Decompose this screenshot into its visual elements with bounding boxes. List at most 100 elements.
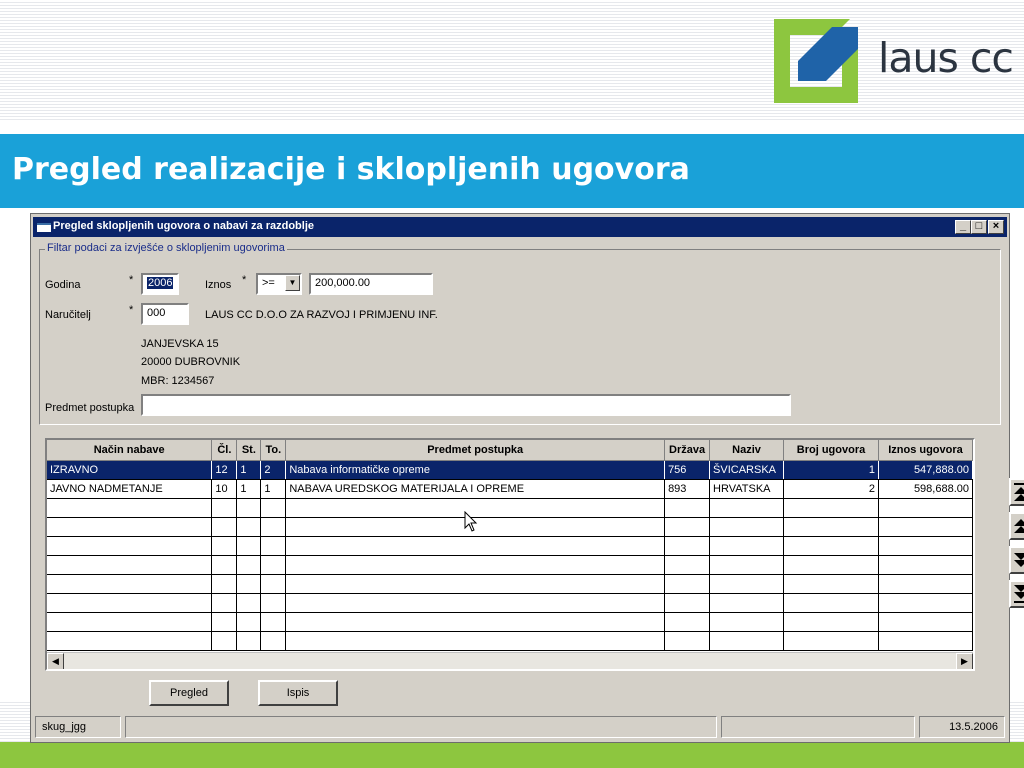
pregled-button[interactable]: Pregled bbox=[149, 680, 229, 706]
column-header[interactable]: Predmet postupka bbox=[285, 440, 666, 461]
table-cell[interactable] bbox=[783, 517, 879, 537]
table-cell[interactable] bbox=[783, 536, 879, 556]
table-cell[interactable] bbox=[260, 631, 287, 651]
table-cell[interactable] bbox=[260, 517, 287, 537]
close-button[interactable]: × bbox=[988, 220, 1004, 234]
table-cell[interactable] bbox=[709, 631, 785, 651]
table-cell[interactable] bbox=[664, 498, 711, 518]
table-cell[interactable] bbox=[47, 631, 213, 651]
table-cell[interactable]: HRVATSKA bbox=[709, 479, 785, 499]
window-titlebar[interactable]: Pregled sklopljenih ugovora o nabavi za … bbox=[33, 217, 1007, 237]
table-cell[interactable] bbox=[236, 555, 262, 575]
iznos-input[interactable]: 200,000.00 bbox=[309, 273, 433, 295]
empty-row[interactable] bbox=[47, 517, 973, 537]
table-cell[interactable]: 1 bbox=[236, 460, 262, 480]
table-cell[interactable]: 2 bbox=[783, 479, 879, 499]
empty-row[interactable] bbox=[47, 593, 973, 613]
table-cell[interactable] bbox=[47, 593, 213, 613]
table-cell[interactable] bbox=[709, 574, 785, 594]
godina-input[interactable]: 2006 bbox=[141, 273, 179, 295]
table-cell[interactable] bbox=[285, 536, 666, 556]
table-cell[interactable] bbox=[211, 498, 238, 518]
table-cell[interactable] bbox=[260, 498, 287, 518]
narucitelj-code-input[interactable]: 000 bbox=[141, 303, 189, 325]
table-cell[interactable] bbox=[47, 555, 213, 575]
table-cell[interactable] bbox=[285, 612, 666, 632]
table-cell[interactable] bbox=[709, 555, 785, 575]
table-cell[interactable] bbox=[878, 555, 973, 575]
table-cell[interactable] bbox=[211, 555, 238, 575]
table-cell[interactable] bbox=[664, 517, 711, 537]
empty-row[interactable] bbox=[47, 536, 973, 556]
table-cell[interactable] bbox=[878, 536, 973, 556]
table-cell[interactable]: 547,888.00 bbox=[878, 460, 973, 480]
table-cell[interactable] bbox=[878, 574, 973, 594]
table-cell[interactable]: 1 bbox=[783, 460, 879, 480]
table-cell[interactable] bbox=[236, 517, 262, 537]
last-record-button[interactable] bbox=[1009, 580, 1024, 608]
minimize-button[interactable]: _ bbox=[955, 220, 971, 234]
table-row[interactable]: IZRAVNO 12 1 2 Nabava informatičke opreme 756… bbox=[47, 460, 973, 480]
scroll-right-icon[interactable]: ▶ bbox=[956, 653, 973, 669]
table-cell[interactable] bbox=[236, 612, 262, 632]
table-cell[interactable] bbox=[878, 593, 973, 613]
table-cell[interactable] bbox=[709, 517, 785, 537]
table-cell[interactable] bbox=[236, 631, 262, 651]
table-cell[interactable] bbox=[783, 498, 879, 518]
table-cell[interactable] bbox=[783, 631, 879, 651]
table-cell[interactable] bbox=[783, 593, 879, 613]
empty-row[interactable] bbox=[47, 498, 973, 518]
column-header[interactable]: Iznos ugovora bbox=[878, 440, 973, 461]
empty-row[interactable] bbox=[47, 555, 973, 575]
table-cell[interactable]: 2 bbox=[260, 460, 287, 480]
table-cell[interactable] bbox=[709, 536, 785, 556]
table-cell[interactable] bbox=[664, 631, 711, 651]
table-cell[interactable] bbox=[878, 517, 973, 537]
table-cell[interactable] bbox=[211, 631, 238, 651]
table-cell[interactable] bbox=[236, 593, 262, 613]
column-header[interactable]: Način nabave bbox=[47, 440, 213, 461]
table-cell[interactable] bbox=[260, 574, 287, 594]
table-cell[interactable] bbox=[285, 631, 666, 651]
table-cell[interactable]: 893 bbox=[664, 479, 711, 499]
column-header[interactable]: Čl. bbox=[211, 440, 238, 461]
table-cell[interactable] bbox=[664, 536, 711, 556]
table-cell[interactable]: 756 bbox=[664, 460, 711, 480]
table-row[interactable]: JAVNO NADMETANJE 10 1 1 NABAVA UREDSKOG MATE… bbox=[47, 479, 973, 499]
column-header[interactable]: Država bbox=[664, 440, 711, 461]
table-cell[interactable]: 598,688.00 bbox=[878, 479, 973, 499]
table-cell[interactable]: NABAVA UREDSKOG MATERIJALA I OPREME bbox=[285, 479, 666, 499]
table-cell[interactable] bbox=[236, 574, 262, 594]
column-header[interactable]: Broj ugovora bbox=[783, 440, 879, 461]
table-cell[interactable] bbox=[236, 536, 262, 556]
column-header[interactable]: Naziv bbox=[709, 440, 785, 461]
table-cell[interactable] bbox=[285, 574, 666, 594]
table-cell[interactable] bbox=[47, 536, 213, 556]
maximize-button[interactable]: □ bbox=[971, 220, 987, 234]
table-cell[interactable] bbox=[664, 593, 711, 613]
table-cell[interactable]: 10 bbox=[211, 479, 238, 499]
table-cell[interactable]: JAVNO NADMETANJE bbox=[47, 479, 213, 499]
table-cell[interactable] bbox=[47, 612, 213, 632]
chevron-down-icon[interactable]: ▼ bbox=[285, 275, 300, 291]
operator-select[interactable]: >= ▼ bbox=[256, 273, 302, 295]
table-cell[interactable] bbox=[236, 498, 262, 518]
table-cell[interactable] bbox=[664, 555, 711, 575]
table-cell[interactable] bbox=[709, 612, 785, 632]
scroll-left-icon[interactable]: ◀ bbox=[47, 653, 64, 669]
column-header[interactable]: To. bbox=[260, 440, 287, 461]
table-cell[interactable] bbox=[260, 612, 287, 632]
table-cell[interactable] bbox=[709, 593, 785, 613]
table-cell[interactable] bbox=[285, 555, 666, 575]
table-cell[interactable] bbox=[47, 517, 213, 537]
empty-row[interactable] bbox=[47, 631, 973, 651]
empty-row[interactable] bbox=[47, 574, 973, 594]
table-cell[interactable] bbox=[878, 498, 973, 518]
table-cell[interactable]: 12 bbox=[211, 460, 238, 480]
table-cell[interactable] bbox=[260, 593, 287, 613]
table-cell[interactable]: ŠVICARSKA bbox=[709, 460, 785, 480]
table-cell[interactable] bbox=[783, 574, 879, 594]
table-cell[interactable] bbox=[260, 536, 287, 556]
table-cell[interactable] bbox=[664, 612, 711, 632]
table-cell[interactable] bbox=[260, 555, 287, 575]
